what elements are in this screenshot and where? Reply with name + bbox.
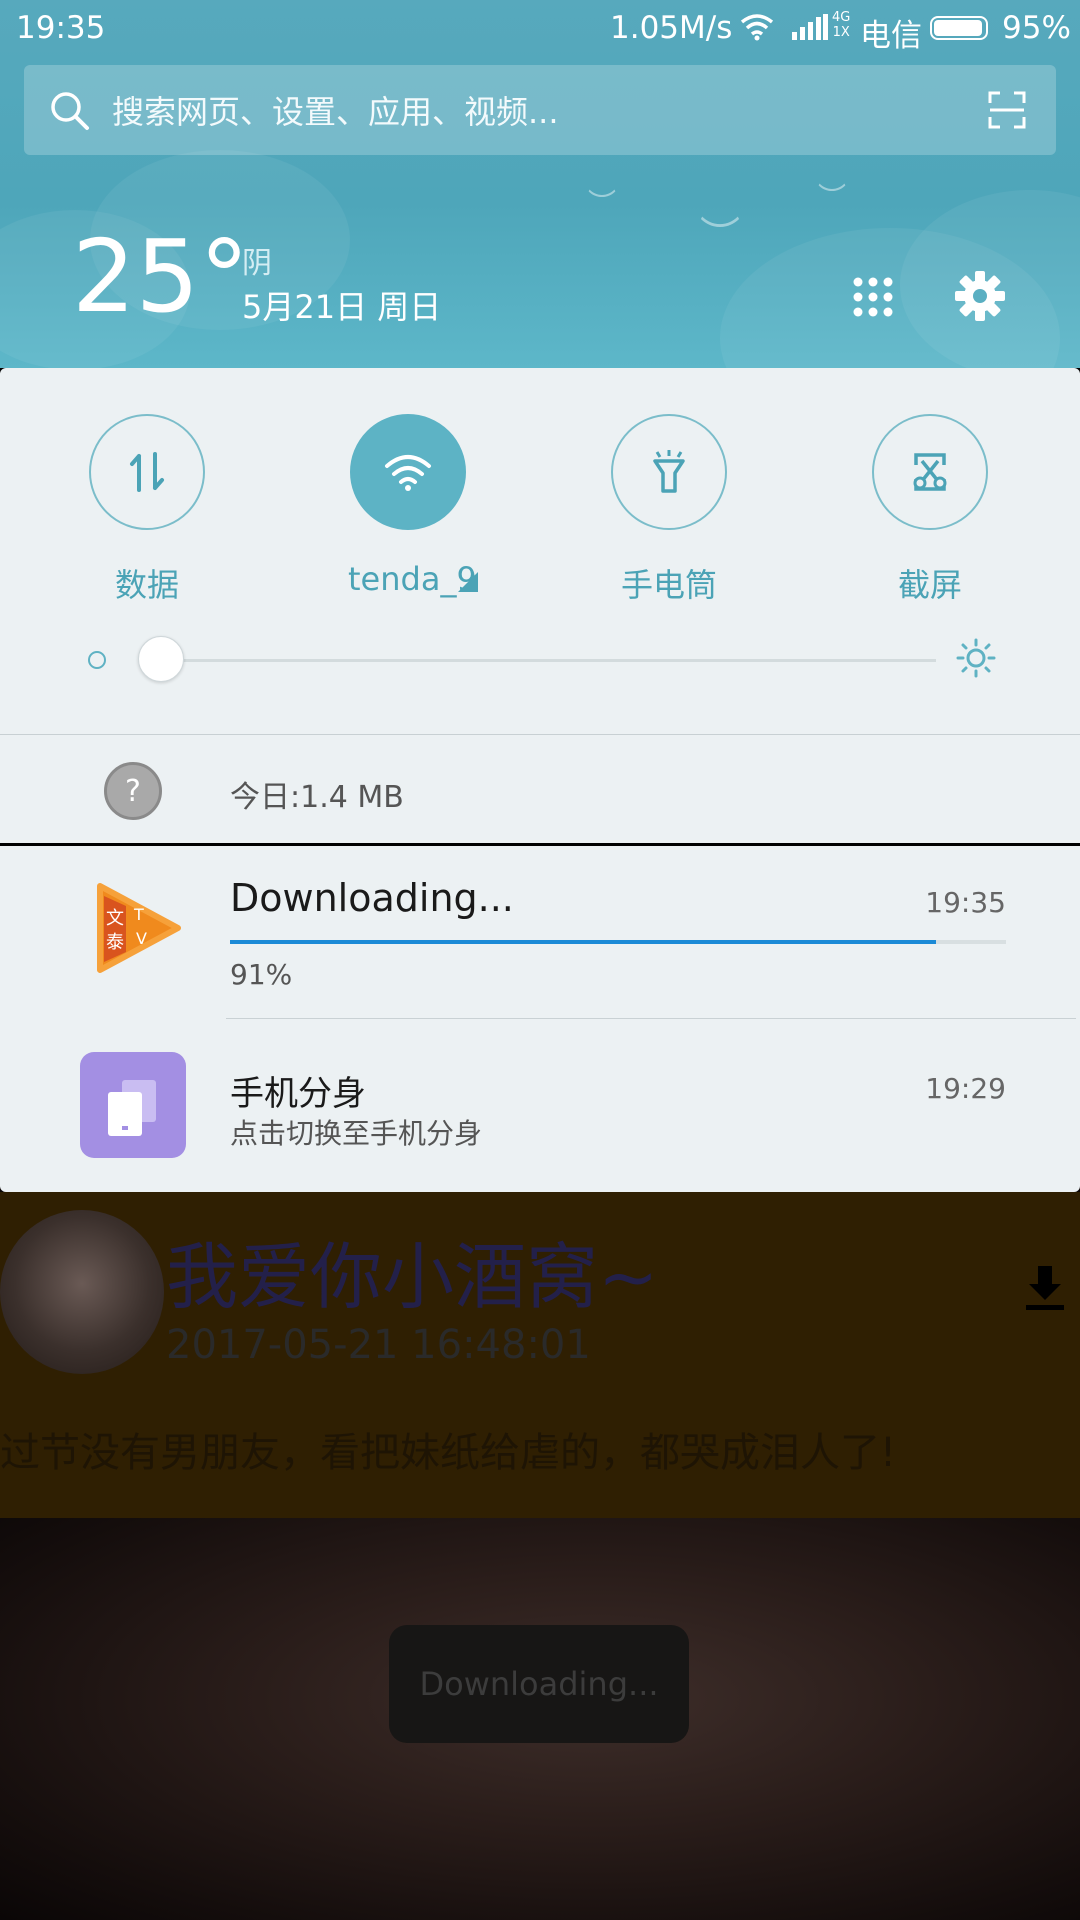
bird-decoration: ︶: [588, 187, 617, 220]
gear-icon[interactable]: [954, 270, 1006, 322]
brightness-high-icon: [956, 638, 996, 678]
expand-corner-icon[interactable]: [458, 572, 478, 592]
search-icon: [51, 92, 89, 130]
post-title: 我爱你小酒窝~: [166, 1235, 659, 1319]
notification-subtitle: 点击切换至手机分身: [230, 1117, 483, 1150]
svg-text:V: V: [136, 929, 147, 948]
tile-data-button[interactable]: [89, 414, 205, 530]
tile-flashlight-button[interactable]: [611, 414, 727, 530]
download-icon: [1026, 1266, 1064, 1310]
toast-message: Downloading...: [389, 1625, 689, 1743]
brightness-low-icon: [88, 651, 106, 669]
clock: 19:35: [16, 10, 106, 46]
download-progress-bar: [230, 940, 1006, 944]
tile-label: 手电筒: [620, 566, 717, 604]
tile-wifi-button[interactable]: [350, 414, 466, 530]
divider: [0, 734, 1080, 735]
app-play-logo-icon: 文 泰 T V: [97, 883, 181, 973]
post-text: 过节没有男朋友，看把妹纸给虐的，都哭成泪人了!: [0, 1430, 897, 1476]
download-progress-percent: 91%: [230, 958, 293, 991]
tile-screenshot[interactable]: 截屏: [830, 414, 1030, 606]
network-speed: 1.05M/s: [610, 10, 733, 46]
post-date: 2017-05-21 16:48:01: [166, 1322, 591, 1368]
wifi-signal-icon: [740, 14, 774, 41]
data-usage-today[interactable]: 今日:1.4 MB: [230, 772, 404, 816]
tile-data[interactable]: 数据: [47, 414, 247, 606]
tile-wifi[interactable]: tenda_9: [308, 414, 508, 598]
apps-grid-icon[interactable]: [852, 276, 894, 318]
svg-text:T: T: [133, 905, 144, 924]
notification-shade-header: ︶ ︶ ︶ 19:35 1.05M/s 4G 1X 电信 95% 搜索网页、设置…: [0, 0, 1080, 368]
divider: [226, 1018, 1076, 1019]
notification-time: 19:29: [925, 1072, 1006, 1105]
tile-screenshot-button[interactable]: [872, 414, 988, 530]
search-placeholder: 搜索网页、设置、应用、视频...: [112, 93, 559, 131]
second-space-icon: [80, 1052, 186, 1158]
brightness-slider[interactable]: [0, 630, 1080, 690]
battery-percent: 95%: [1002, 10, 1071, 46]
notification-title: 手机分身: [230, 1074, 366, 1114]
status-bar: 19:35 1.05M/s 4G 1X 电信 95%: [0, 0, 1080, 56]
search-bar[interactable]: 搜索网页、设置、应用、视频...: [24, 65, 1056, 155]
notification-time: 19:35: [925, 886, 1006, 919]
cell-signal-icon: [792, 14, 828, 40]
poster-avatar: [0, 1210, 164, 1374]
download-progress-fill: [230, 940, 937, 944]
bird-decoration: ︶: [818, 181, 847, 214]
brightness-thumb[interactable]: [137, 636, 184, 682]
tile-flashlight[interactable]: 手电筒: [569, 414, 769, 606]
quick-settings-panel: 数据 tenda_9 手电筒 截屏 ? 今日:1.4 MB: [0, 368, 1080, 843]
notification-title: Downloading...: [230, 876, 514, 920]
screenshot-scissors-icon: [913, 453, 947, 491]
flashlight-icon: [653, 450, 685, 493]
wifi-icon: [385, 455, 431, 491]
battery-icon: [930, 16, 988, 40]
bird-decoration: ︶: [700, 214, 740, 260]
svg-text:文: 文: [106, 908, 124, 929]
help-icon[interactable]: ?: [104, 762, 162, 820]
scan-icon[interactable]: [988, 91, 1026, 129]
weather-condition: 阴: [242, 246, 272, 281]
svg-text:泰: 泰: [106, 932, 124, 953]
tile-label: tenda_9: [348, 560, 478, 598]
data-arrows-icon: [130, 452, 164, 492]
carrier-name: 电信: [860, 18, 922, 54]
network-type: 4G 1X: [832, 10, 851, 40]
temperature: 25°: [72, 218, 250, 335]
brightness-track[interactable]: [146, 659, 936, 662]
tile-label: 数据: [114, 566, 179, 604]
date: 5月21日 周日: [242, 288, 442, 326]
notification-list: 文 泰 T V Downloading... 19:35 91% 手机分身 点击…: [0, 846, 1080, 1192]
tile-label: 截屏: [897, 566, 962, 604]
